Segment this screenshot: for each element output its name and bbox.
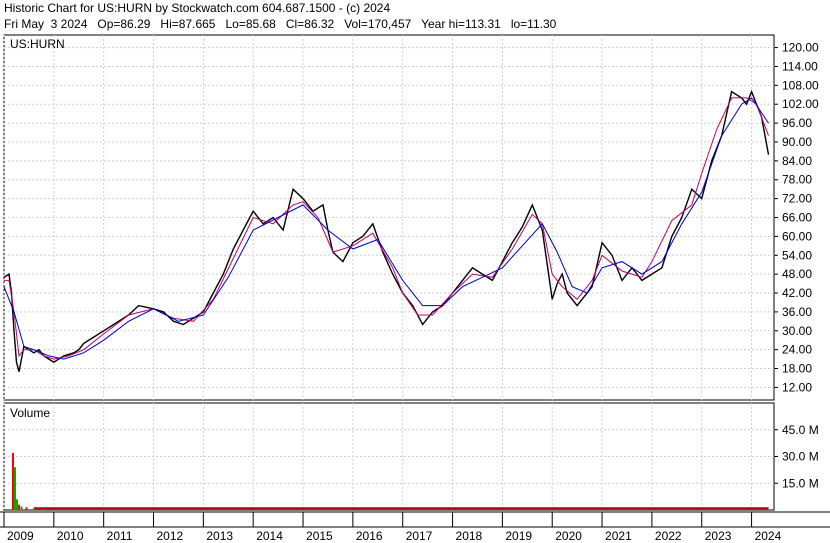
volume-panel-title: Volume (10, 406, 50, 420)
price-tick-label: 108.00 (782, 78, 819, 92)
year-tick-label: 2016 (356, 529, 383, 543)
price-tick-label: 36.00 (782, 305, 812, 319)
price-tick-label: 60.00 (782, 229, 812, 243)
volume-bar (13, 467, 16, 510)
stock-chart: 12.00 18.00 24.00 30.00 36.00 42.00 48.00 54.00… (0, 34, 830, 543)
year-tick-label: 2012 (157, 529, 184, 543)
year-tick-label: 2020 (555, 529, 582, 543)
price-tick-label: 90.00 (782, 135, 812, 149)
price-tick-label: 84.00 (782, 154, 812, 168)
price-tick-label: 96.00 (782, 116, 812, 130)
price-tick-label: 12.00 (782, 380, 812, 394)
year-tick-label: 2014 (256, 529, 283, 543)
price-series-short_ma (4, 97, 769, 360)
price-tick-label: 24.00 (782, 343, 812, 357)
year-tick-label: 2018 (456, 529, 483, 543)
volume-tick-label: 30.0 M (782, 450, 819, 464)
volume-tick-label: 45.0 M (782, 423, 819, 437)
volume-bar (20, 506, 23, 510)
price-series-long_ma (3, 97, 769, 360)
year-tick-label: 2023 (705, 529, 732, 543)
volume-bar (11, 452, 14, 510)
volume-bar (15, 499, 18, 510)
year-tick-label: 2022 (655, 529, 682, 543)
price-tick-label: 42.00 (782, 286, 812, 300)
price-tick-label: 18.00 (782, 362, 812, 376)
volume-tick-label: 15.0 M (782, 476, 819, 490)
volume-bar (25, 507, 28, 510)
year-tick-label: 2021 (605, 529, 632, 543)
volume-bar (32, 508, 35, 510)
price-tick-label: 120.00 (782, 41, 819, 55)
price-tick-label: 54.00 (782, 248, 812, 262)
year-tick-label: 2019 (505, 529, 532, 543)
year-tick-label: 2011 (107, 529, 133, 543)
price-series-close (3, 89, 770, 372)
year-tick-label: 2015 (306, 529, 333, 543)
price-tick-label: 78.00 (782, 173, 812, 187)
price-tick-label: 102.00 (782, 97, 819, 111)
volume-bar (17, 504, 20, 510)
year-tick-label: 2017 (406, 529, 433, 543)
year-tick-label: 2009 (7, 529, 34, 543)
year-tick-label: 2010 (57, 529, 84, 543)
year-tick-label: 2013 (206, 529, 233, 543)
price-tick-label: 72.00 (782, 192, 812, 206)
price-tick-label: 48.00 (782, 267, 812, 281)
price-tick-label: 114.00 (782, 59, 818, 73)
price-tick-label: 30.00 (782, 324, 812, 338)
price-tick-label: 66.00 (782, 211, 812, 225)
price-panel-title: US:HURN (10, 37, 65, 51)
year-tick-label: 2024 (755, 529, 782, 543)
